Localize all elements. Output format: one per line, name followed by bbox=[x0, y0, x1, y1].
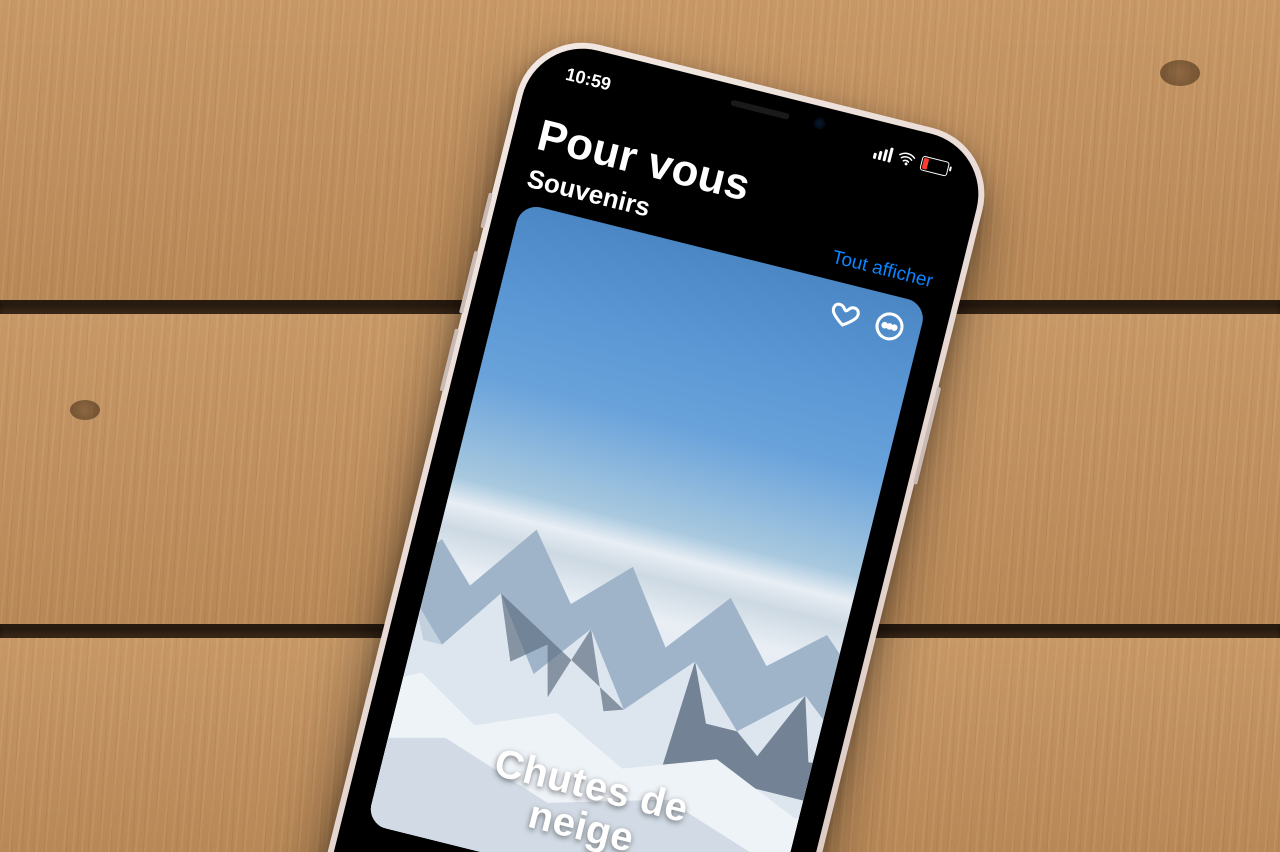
more-button[interactable] bbox=[869, 306, 910, 347]
wood-knot bbox=[70, 400, 100, 420]
wifi-icon bbox=[896, 148, 918, 170]
heart-icon bbox=[827, 297, 863, 333]
status-time: 10:59 bbox=[564, 63, 614, 95]
photo-scene: 10:59 Pour vous Souvenirs Tout afficher bbox=[0, 0, 1280, 852]
battery-icon bbox=[919, 155, 950, 176]
cellular-icon bbox=[873, 143, 894, 162]
earpiece bbox=[730, 99, 790, 119]
favorite-button[interactable] bbox=[824, 295, 865, 336]
front-camera bbox=[812, 116, 827, 131]
card-actions bbox=[824, 295, 910, 347]
ellipsis-circle-icon bbox=[871, 308, 907, 344]
wood-knot bbox=[1160, 60, 1200, 86]
